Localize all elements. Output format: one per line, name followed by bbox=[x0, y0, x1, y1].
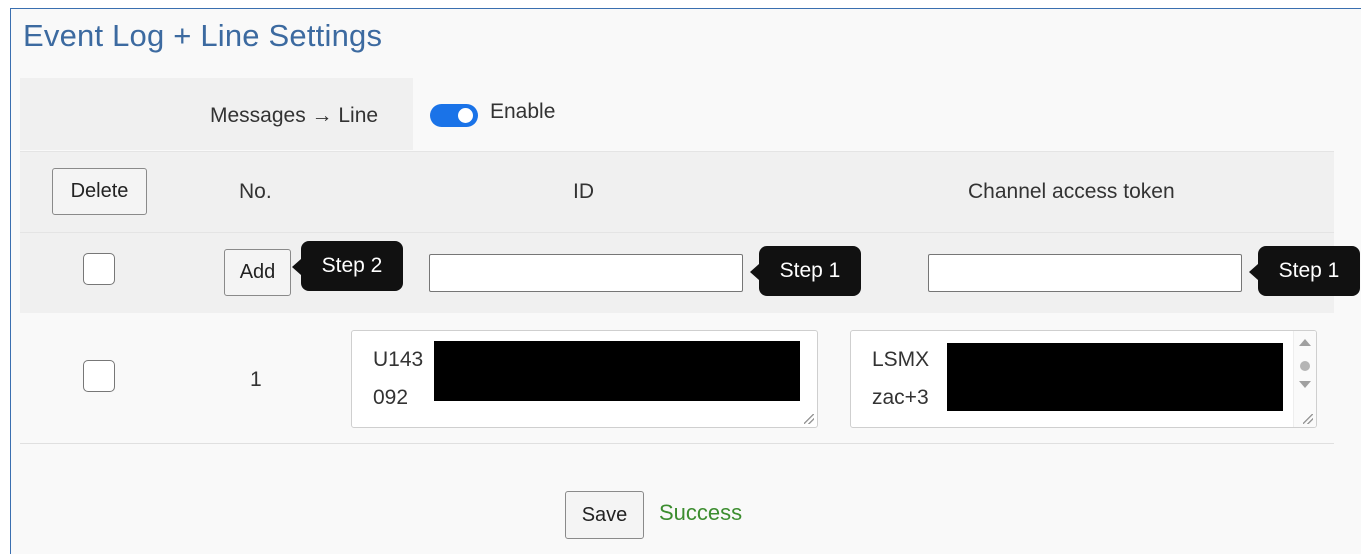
id-input[interactable] bbox=[429, 254, 743, 292]
id-text-line-1: U143 bbox=[373, 348, 424, 371]
token-text-line-2: zac+3 bbox=[872, 386, 929, 409]
page-title: Event Log + Line Settings bbox=[23, 18, 383, 53]
token-input[interactable] bbox=[928, 254, 1242, 292]
token-scrollbar[interactable] bbox=[1293, 331, 1316, 427]
delete-button[interactable]: Delete bbox=[52, 168, 147, 215]
resize-handle-icon[interactable] bbox=[804, 414, 814, 424]
step-2-tooltip: Step 2 bbox=[292, 241, 403, 291]
row-checkbox[interactable] bbox=[83, 360, 115, 392]
token-textarea[interactable]: LSMX zac+3 bbox=[850, 330, 1317, 428]
scroll-up-arrow-icon[interactable] bbox=[1299, 339, 1311, 346]
save-button[interactable]: Save bbox=[565, 491, 644, 539]
toggle-knob bbox=[458, 108, 473, 123]
column-header-token: Channel access token bbox=[968, 180, 1175, 203]
column-header-id: ID bbox=[573, 180, 594, 203]
token-text-line-1: LSMX bbox=[872, 348, 930, 371]
id-text-line-2: 092 bbox=[373, 386, 409, 409]
enable-label: Enable bbox=[490, 100, 556, 123]
scroll-thumb[interactable] bbox=[1300, 361, 1310, 371]
add-button[interactable]: Add bbox=[224, 249, 291, 296]
redaction-block bbox=[947, 343, 1283, 411]
redaction-block bbox=[434, 341, 800, 401]
enable-toggle[interactable] bbox=[430, 104, 478, 127]
messages-line-label: Messages → Line bbox=[210, 104, 379, 127]
step-1-tooltip-id: Step 1 bbox=[750, 246, 861, 296]
row-number: 1 bbox=[250, 368, 262, 391]
scroll-down-arrow-icon[interactable] bbox=[1299, 381, 1311, 388]
column-header-no: No. bbox=[239, 180, 272, 203]
step-1-tooltip-token: Step 1 bbox=[1249, 246, 1360, 296]
status-message: Success bbox=[659, 500, 743, 525]
add-row-checkbox[interactable] bbox=[83, 253, 115, 285]
resize-handle-icon[interactable] bbox=[1303, 414, 1313, 424]
id-textarea[interactable]: U143 092 bbox=[351, 330, 818, 428]
